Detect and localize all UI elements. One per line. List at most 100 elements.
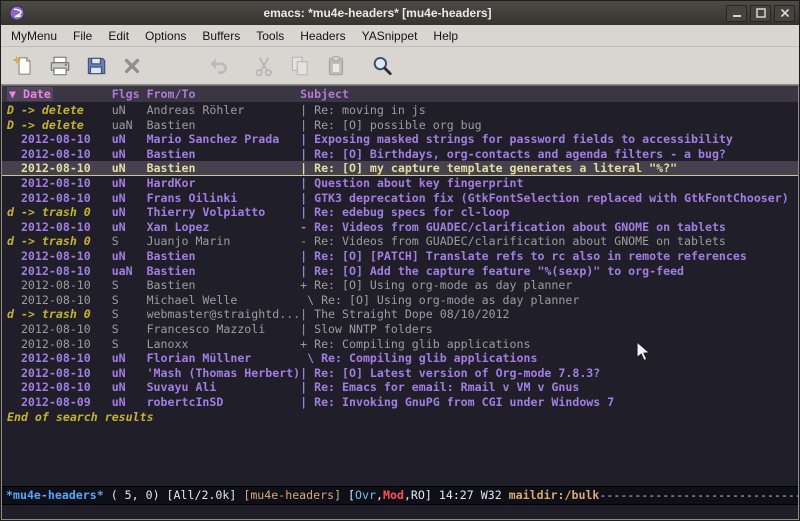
message-row[interactable]: 2012-08-10uNHardKor| Question about key … bbox=[2, 176, 798, 191]
message-row[interactable]: d -> trash 0Swebmaster@straightd...| The… bbox=[2, 307, 798, 322]
message-row[interactable]: 2012-08-10uN'Mash (Thomas Herbert)| Re: … bbox=[2, 366, 798, 381]
modeline-segment: *mu4e-headers* bbox=[6, 488, 104, 502]
message-subject: | Re: edebug specs for cl-loop bbox=[300, 205, 798, 220]
message-subject: | The Straight Dope 08/10/2012 bbox=[300, 307, 798, 322]
message-from: Florian Müllner bbox=[147, 351, 301, 366]
minimize-button[interactable] bbox=[726, 5, 747, 22]
message-flags: uaN bbox=[112, 264, 147, 279]
modeline-segment: ] bbox=[425, 488, 439, 502]
title-bar[interactable]: emacs: *mu4e-headers* [mu4e-headers] bbox=[1, 1, 799, 25]
message-row[interactable]: d -> trash 0SJuanjo Marin- Re: Videos fr… bbox=[2, 234, 798, 249]
new-file-button[interactable] bbox=[9, 51, 39, 81]
message-date: 2012-08-10 bbox=[7, 351, 112, 366]
modeline-segment: maildir:/bulk bbox=[509, 488, 600, 502]
message-date: 2012-08-10 bbox=[7, 220, 112, 235]
menu-options[interactable]: Options bbox=[137, 26, 194, 46]
close-icon bbox=[779, 7, 791, 19]
column-header-from[interactable]: From/To bbox=[147, 86, 301, 102]
message-flags: uN bbox=[112, 366, 147, 381]
message-from: Thierry Volpiatto bbox=[147, 205, 301, 220]
message-row[interactable]: 2012-08-10uNFrans Oilinki| GTK3 deprecat… bbox=[2, 191, 798, 206]
mode-line[interactable]: *mu4e-headers* ( 5, 0) [All/2.0k] [mu4e-… bbox=[2, 486, 798, 504]
menu-yasnippet[interactable]: YASnippet bbox=[354, 26, 426, 46]
message-from: webmaster@straightd... bbox=[147, 307, 301, 322]
minibuffer[interactable] bbox=[2, 504, 798, 519]
message-date: d -> trash 0 bbox=[7, 234, 112, 249]
modeline-segment: ( 5, 0) [All/2.0k] bbox=[104, 488, 244, 502]
maximize-button[interactable] bbox=[750, 5, 771, 22]
message-row[interactable]: 2012-08-10uNMario Sanchez Prada| Exposin… bbox=[2, 132, 798, 147]
message-row[interactable]: 2012-08-10SLanoxx+ Re: Compiling glib ap… bbox=[2, 337, 798, 352]
message-date: 2012-08-10 bbox=[7, 293, 112, 308]
message-row[interactable]: D -> deleteuaNBastien| Re: [O] possible … bbox=[2, 118, 798, 133]
message-row[interactable]: 2012-08-10uNFlorian Müllner \ Re: Compil… bbox=[2, 351, 798, 366]
message-date: 2012-08-10 bbox=[7, 366, 112, 381]
message-row[interactable]: 2012-08-10uNBastien| Re: [O] Birthdays, … bbox=[2, 147, 798, 162]
save-button[interactable] bbox=[81, 51, 111, 81]
column-header-date[interactable]: ▼ Date bbox=[7, 86, 112, 102]
message-row[interactable]: 2012-08-10SMichael Welle \ Re: [O] Using… bbox=[2, 293, 798, 308]
menu-file[interactable]: File bbox=[65, 26, 100, 46]
message-row[interactable]: 2012-08-10uaNBastien| Re: [O] Add the ca… bbox=[2, 264, 798, 279]
message-flags: uN bbox=[112, 176, 147, 191]
message-subject: | Slow NNTP folders bbox=[300, 322, 798, 337]
message-from: Mario Sanchez Prada bbox=[147, 132, 301, 147]
message-row[interactable]: 2012-08-10uNBastien| Re: [O] [PATCH] Tra… bbox=[2, 249, 798, 264]
message-date: 2012-08-10 bbox=[7, 147, 112, 162]
message-flags: uN bbox=[112, 103, 147, 118]
menu-mymenu[interactable]: MyMenu bbox=[3, 26, 65, 46]
undo-button[interactable] bbox=[203, 51, 233, 81]
message-row[interactable]: d -> trash 0uNThierry Volpiatto| Re: ede… bbox=[2, 205, 798, 220]
message-flags: S bbox=[112, 278, 147, 293]
undo-icon bbox=[206, 54, 230, 78]
message-subject: | Re: [O] possible org bug bbox=[300, 118, 798, 133]
message-flags: uN bbox=[112, 220, 147, 235]
message-flags: S bbox=[112, 293, 147, 308]
search-button[interactable] bbox=[367, 51, 397, 81]
menu-edit[interactable]: Edit bbox=[100, 26, 137, 46]
message-subject: | Re: [O] my capture template generates … bbox=[300, 161, 798, 175]
message-row[interactable]: 2012-08-10uNBastien| Re: [O] my capture … bbox=[2, 161, 798, 176]
menu-help[interactable]: Help bbox=[425, 26, 466, 46]
close-button[interactable] bbox=[774, 5, 795, 22]
message-from: 'Mash (Thomas Herbert) bbox=[147, 366, 301, 381]
message-row[interactable]: 2012-08-10SBastien+ Re: [O] Using org-mo… bbox=[2, 278, 798, 293]
message-row[interactable]: 2012-08-10uNSuvayu Ali| Re: Emacs for em… bbox=[2, 380, 798, 395]
column-header-subject[interactable]: Subject bbox=[300, 86, 798, 102]
message-from: Bastien bbox=[147, 118, 301, 133]
message-from: Bastien bbox=[147, 161, 301, 175]
modeline-segment: RO bbox=[411, 488, 425, 502]
message-date: d -> trash 0 bbox=[7, 205, 112, 220]
column-header-flags[interactable]: Flgs bbox=[112, 86, 147, 102]
save-icon bbox=[84, 54, 108, 78]
end-of-results-text: End of search results bbox=[2, 410, 798, 425]
emacs-frame: ▼ Date Flgs From/To Subject D -> deleteu… bbox=[1, 85, 799, 520]
menu-tools[interactable]: Tools bbox=[248, 26, 292, 46]
menu-headers[interactable]: Headers bbox=[292, 26, 353, 46]
minimize-icon bbox=[731, 7, 743, 19]
message-date: D -> delete bbox=[7, 103, 112, 118]
message-from: Lanoxx bbox=[147, 337, 301, 352]
message-row[interactable]: 2012-08-10uNXan Lopez- Re: Videos from G… bbox=[2, 220, 798, 235]
paste-button[interactable] bbox=[321, 51, 351, 81]
message-date: 2012-08-10 bbox=[7, 191, 112, 206]
copy-button[interactable] bbox=[285, 51, 315, 81]
message-subject: | Re: [O] Latest version of Org-mode 7.8… bbox=[300, 366, 798, 381]
message-row[interactable]: D -> deleteuNAndreas Röhler| Re: moving … bbox=[2, 103, 798, 118]
close-button[interactable] bbox=[117, 51, 147, 81]
window-title: emacs: *mu4e-headers* [mu4e-headers] bbox=[29, 6, 726, 20]
header-line: ▼ Date Flgs From/To Subject bbox=[2, 86, 798, 102]
message-subject: | Re: moving in js bbox=[300, 103, 798, 118]
menu-buffers[interactable]: Buffers bbox=[194, 26, 248, 46]
message-row[interactable]: 2012-08-10SFrancesco Mazzoli| Slow NNTP … bbox=[2, 322, 798, 337]
window-controls bbox=[726, 5, 795, 22]
message-from: Xan Lopez bbox=[147, 220, 301, 235]
sort-indicator-date: ▼ Date bbox=[7, 87, 53, 101]
message-subject: - Re: Videos from GUADEC/clarification a… bbox=[300, 220, 798, 235]
print-button[interactable] bbox=[45, 51, 75, 81]
message-row[interactable]: 2012-08-09uNrobertcInSD| Re: Invoking Gn… bbox=[2, 395, 798, 410]
message-flags: S bbox=[112, 322, 147, 337]
message-date: 2012-08-10 bbox=[7, 264, 112, 279]
cut-button[interactable] bbox=[249, 51, 279, 81]
search-icon bbox=[370, 54, 394, 78]
